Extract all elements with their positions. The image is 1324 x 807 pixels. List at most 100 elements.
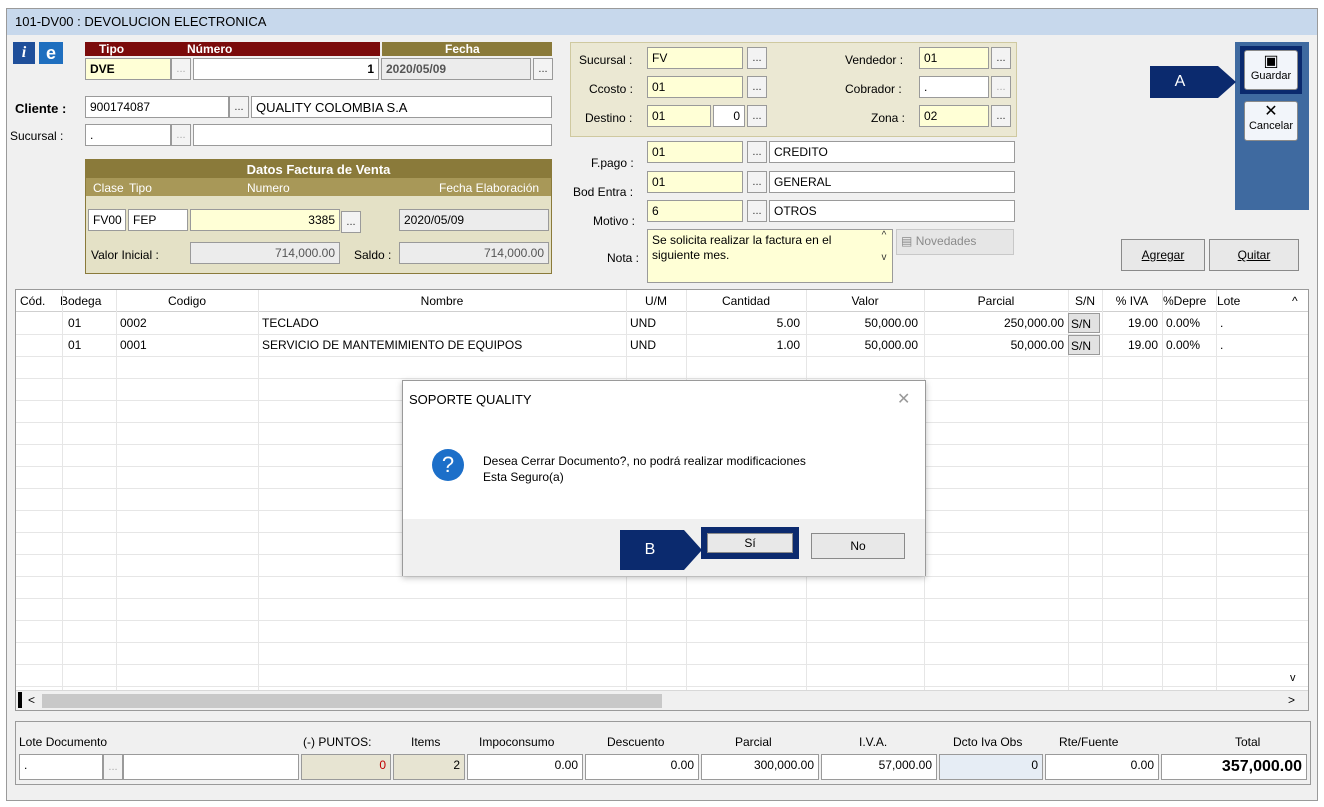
row1-bodega[interactable]: 01 bbox=[64, 312, 85, 334]
no-button[interactable]: No bbox=[811, 533, 905, 559]
row1-nombre[interactable]: TECLADO bbox=[258, 312, 323, 334]
motivo-field[interactable]: 6 bbox=[647, 200, 743, 222]
fecha-picker-button[interactable]: ... bbox=[533, 58, 553, 80]
col-valor[interactable]: Valor bbox=[806, 290, 924, 312]
col-iva[interactable]: % IVA bbox=[1102, 290, 1162, 312]
row1-um[interactable]: UND bbox=[626, 312, 660, 334]
col-um[interactable]: U/M bbox=[626, 290, 686, 312]
numero-field[interactable]: 1 bbox=[193, 58, 379, 80]
scroll-down-icon[interactable]: v bbox=[1290, 672, 1296, 684]
sucursal-lookup-button[interactable]: ... bbox=[171, 124, 191, 146]
clase-field[interactable]: FV00 bbox=[88, 209, 126, 231]
yes-button[interactable]: Sí bbox=[707, 533, 793, 553]
grid-header: Cód. Bodega Codigo Nombre U/M Cantidad V… bbox=[16, 290, 1308, 312]
row1-valor[interactable]: 50,000.00 bbox=[806, 312, 922, 334]
ccosto-label: Ccosto : bbox=[589, 82, 634, 96]
fecha-elab-field[interactable]: 2020/05/09 bbox=[399, 209, 549, 231]
col-codigo[interactable]: Codigo bbox=[116, 290, 258, 312]
factura-numero-field[interactable]: 3385 bbox=[190, 209, 340, 231]
fpago-desc-field: CREDITO bbox=[769, 141, 1015, 163]
vendedor-field[interactable]: 01 bbox=[919, 47, 989, 69]
close-icon: ✕ bbox=[1264, 103, 1278, 120]
row2-valor[interactable]: 50,000.00 bbox=[806, 334, 922, 356]
col-cantidad[interactable]: Cantidad bbox=[686, 290, 806, 312]
col-depre[interactable]: %Depre bbox=[1159, 290, 1219, 312]
row2-cantidad[interactable]: 1.00 bbox=[686, 334, 804, 356]
col-sn[interactable]: S/N bbox=[1068, 290, 1102, 312]
tipo-field[interactable]: DVE bbox=[85, 58, 171, 80]
bod-field[interactable]: 01 bbox=[647, 171, 743, 193]
row2-sn-button[interactable]: S/N bbox=[1068, 335, 1100, 355]
row1-depre[interactable]: 0.00% bbox=[1162, 312, 1204, 334]
info-icon[interactable]: i bbox=[13, 42, 35, 64]
vendedor-lookup[interactable]: ... bbox=[991, 47, 1011, 69]
guardar-button[interactable]: ▣ Guardar bbox=[1244, 50, 1298, 90]
cancelar-button[interactable]: ✕ Cancelar bbox=[1244, 101, 1298, 141]
agregar-button[interactable]: Agregar bbox=[1121, 239, 1205, 271]
fpago-lookup[interactable]: ... bbox=[747, 141, 767, 163]
destino-lookup[interactable]: ... bbox=[747, 105, 767, 127]
nota-scroll-arrows[interactable]: ^ v bbox=[876, 230, 892, 282]
horizontal-scroll-thumb[interactable] bbox=[42, 694, 662, 708]
col-lote[interactable]: Lote bbox=[1213, 290, 1273, 312]
novedades-button[interactable]: ▤ Novedades bbox=[896, 229, 1014, 255]
panel-sucursal-lookup[interactable]: ... bbox=[747, 47, 767, 69]
row1-lote[interactable]: . bbox=[1216, 312, 1227, 334]
col-cod[interactable]: Cód. bbox=[16, 290, 56, 312]
bod-lookup[interactable]: ... bbox=[747, 171, 767, 193]
row1-cantidad[interactable]: 5.00 bbox=[686, 312, 804, 334]
numero-col-label: Numero bbox=[247, 181, 290, 195]
cliente-lookup-button[interactable]: ... bbox=[229, 96, 249, 118]
row2-nombre[interactable]: SERVICIO DE MANTEMIMIENTO DE EQUIPOS bbox=[258, 334, 526, 356]
cliente-name-field[interactable]: QUALITY COLOMBIA S.A bbox=[251, 96, 552, 118]
scroll-right-icon[interactable]: > bbox=[1288, 693, 1295, 707]
row1-sn-button[interactable]: S/N bbox=[1068, 313, 1100, 333]
row2-iva[interactable]: 19.00 bbox=[1102, 334, 1162, 356]
cliente-code-field[interactable]: 900174087 bbox=[85, 96, 229, 118]
dialog-close-icon[interactable]: ✕ bbox=[897, 389, 910, 409]
destino2-field[interactable]: 0 bbox=[713, 105, 745, 127]
sucursal-field[interactable]: . bbox=[85, 124, 171, 146]
valor-inicial-label: Valor Inicial : bbox=[91, 248, 159, 262]
col-nombre[interactable]: Nombre bbox=[258, 290, 626, 312]
doc-header-bar bbox=[85, 42, 380, 56]
row1-codigo[interactable]: 0002 bbox=[116, 312, 151, 334]
row2-bodega[interactable]: 01 bbox=[64, 334, 85, 356]
col-bodega[interactable]: Bodega bbox=[56, 290, 116, 312]
nota-textarea[interactable]: Se solicita realizar la factura en el si… bbox=[647, 229, 893, 283]
destino-field[interactable]: 01 bbox=[647, 105, 711, 127]
fpago-field[interactable]: 01 bbox=[647, 141, 743, 163]
col-parcial[interactable]: Parcial bbox=[924, 290, 1068, 312]
ccosto-lookup[interactable]: ... bbox=[747, 76, 767, 98]
factura-lookup-button[interactable]: ... bbox=[341, 211, 361, 233]
zona-lookup[interactable]: ... bbox=[991, 105, 1011, 127]
row1-parcial[interactable]: 250,000.00 bbox=[924, 312, 1068, 334]
row2-depre[interactable]: 0.00% bbox=[1162, 334, 1204, 356]
quitar-button[interactable]: Quitar bbox=[1209, 239, 1299, 271]
scroll-up-icon[interactable]: ^ bbox=[1288, 290, 1308, 312]
lote-lookup[interactable]: ... bbox=[103, 754, 123, 780]
total-label: Total bbox=[1235, 735, 1261, 749]
row1-iva[interactable]: 19.00 bbox=[1102, 312, 1162, 334]
lote-desc-field[interactable] bbox=[123, 754, 299, 780]
cobrador-lookup[interactable]: ... bbox=[991, 76, 1011, 98]
items-field: 2 bbox=[393, 754, 465, 780]
parcial-label: Parcial bbox=[735, 735, 772, 749]
lote-doc-field[interactable]: . bbox=[19, 754, 103, 780]
puntos-field: 0 bbox=[301, 754, 391, 780]
factura-tipo-field[interactable]: FEP bbox=[128, 209, 188, 231]
electronic-icon[interactable]: e bbox=[39, 42, 63, 64]
row2-um[interactable]: UND bbox=[626, 334, 660, 356]
row2-parcial[interactable]: 50,000.00 bbox=[924, 334, 1068, 356]
sucursal-desc-field[interactable] bbox=[193, 124, 552, 146]
row2-codigo[interactable]: 0001 bbox=[116, 334, 151, 356]
ccosto-field[interactable]: 01 bbox=[647, 76, 743, 98]
panel-sucursal-field[interactable]: FV bbox=[647, 47, 743, 69]
fecha-field[interactable]: 2020/05/09 bbox=[381, 58, 531, 80]
scroll-left-icon[interactable]: < bbox=[28, 693, 35, 707]
row2-lote[interactable]: . bbox=[1216, 334, 1227, 356]
cobrador-field[interactable]: . bbox=[919, 76, 989, 98]
tipo-lookup-button[interactable]: ... bbox=[171, 58, 191, 80]
motivo-lookup[interactable]: ... bbox=[747, 200, 767, 222]
zona-field[interactable]: 02 bbox=[919, 105, 989, 127]
